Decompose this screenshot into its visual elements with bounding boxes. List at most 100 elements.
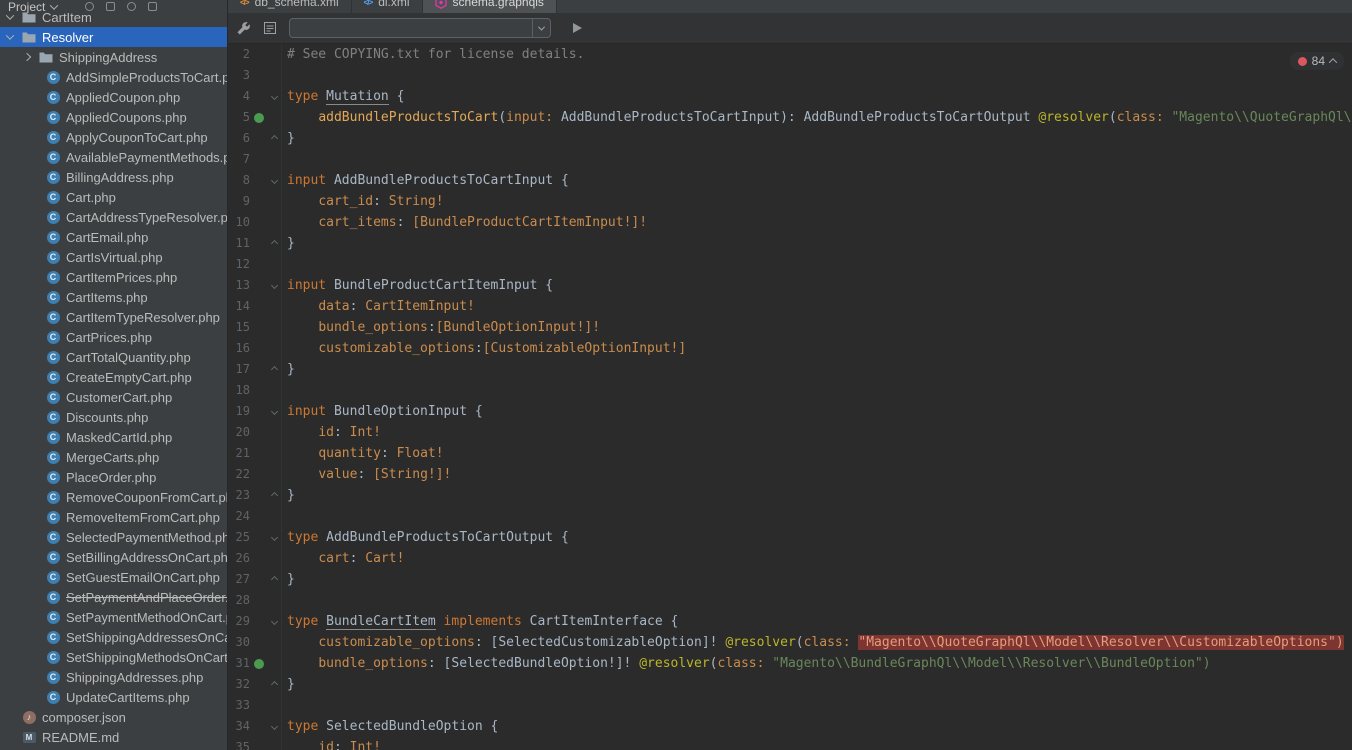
project-tree-item[interactable]: ShippingAddress	[0, 47, 227, 67]
code-line[interactable]: 9 cart_id: String!	[228, 191, 1352, 212]
project-tree-item[interactable]: CUpdateCartItems.php	[0, 687, 227, 707]
code-line[interactable]: 21 quantity: Float!	[228, 443, 1352, 464]
code-line[interactable]: 8input AddBundleProductsToCartInput {	[228, 170, 1352, 191]
code-line[interactable]: 7	[228, 149, 1352, 170]
project-tree-item[interactable]: CCartAddressTypeResolver.php	[0, 207, 227, 227]
code-line[interactable]: 2# See COPYING.txt for license details.	[228, 44, 1352, 65]
project-tree-item[interactable]: CCartTotalQuantity.php	[0, 347, 227, 367]
code-line[interactable]: 11}	[228, 233, 1352, 254]
project-tree-item[interactable]: CAvailablePaymentMethods.php	[0, 147, 227, 167]
editor-tab[interactable]: schema.graphqls	[423, 0, 557, 13]
hide-panel-icon[interactable]	[148, 2, 157, 11]
code-line[interactable]: 4type Mutation {	[228, 86, 1352, 107]
project-tree-item[interactable]: CAppliedCoupon.php	[0, 87, 227, 107]
code-line[interactable]: 24	[228, 506, 1352, 527]
code-line[interactable]: 16 customizable_options:[CustomizableOpt…	[228, 338, 1352, 359]
fold-marker[interactable]	[271, 408, 278, 415]
code-line[interactable]: 28	[228, 590, 1352, 611]
project-tree-item[interactable]: CCartPrices.php	[0, 327, 227, 347]
run-icon[interactable]	[573, 23, 582, 33]
code-line[interactable]: 15 bundle_options:[BundleOptionInput!]!	[228, 317, 1352, 338]
project-tree-item[interactable]: CCustomerCart.php	[0, 387, 227, 407]
project-tree-item[interactable]: CSetPaymentAndPlaceOrder.php	[0, 587, 227, 607]
project-tree-item[interactable]: CPlaceOrder.php	[0, 467, 227, 487]
settings-gear-icon[interactable]	[127, 2, 136, 11]
project-tree-item[interactable]: CBillingAddress.php	[0, 167, 227, 187]
fold-marker[interactable]	[271, 177, 278, 184]
project-tree-item[interactable]: CCartEmail.php	[0, 227, 227, 247]
code-line[interactable]: 6}	[228, 128, 1352, 149]
code-line[interactable]: 26 cart: Cart!	[228, 548, 1352, 569]
fold-marker[interactable]	[271, 240, 278, 247]
resolver-implementation-icon[interactable]	[254, 659, 264, 669]
project-tree-item[interactable]: CSetBillingAddressOnCart.php	[0, 547, 227, 567]
code-line[interactable]: 29type BundleCartItem implements CartIte…	[228, 611, 1352, 632]
project-tree-item[interactable]: CRemoveCouponFromCart.php	[0, 487, 227, 507]
fold-marker[interactable]	[271, 534, 278, 541]
code-line[interactable]: 19input BundleOptionInput {	[228, 401, 1352, 422]
code-line[interactable]: 14 data: CartItemInput!	[228, 296, 1352, 317]
code-line[interactable]: 12	[228, 254, 1352, 275]
project-tree-item[interactable]: CSetGuestEmailOnCart.php	[0, 567, 227, 587]
code-line[interactable]: 27}	[228, 569, 1352, 590]
code-line[interactable]: 17}	[228, 359, 1352, 380]
project-tree-item[interactable]: CAppliedCoupons.php	[0, 107, 227, 127]
code-line[interactable]: 18	[228, 380, 1352, 401]
code-line[interactable]: 31 bundle_options: [SelectedBundleOption…	[228, 653, 1352, 674]
project-tree-item[interactable]: CRemoveItemFromCart.php	[0, 507, 227, 527]
project-tree-item[interactable]: CMergeCarts.php	[0, 447, 227, 467]
project-tree-item[interactable]: CDiscounts.php	[0, 407, 227, 427]
code-line[interactable]: 23}	[228, 485, 1352, 506]
project-tree-item[interactable]: CShippingAddresses.php	[0, 667, 227, 687]
collapse-all-icon[interactable]	[106, 2, 115, 11]
editor[interactable]: 2# See COPYING.txt for license details.3…	[228, 44, 1352, 750]
project-tree-item[interactable]: CMaskedCartId.php	[0, 427, 227, 447]
chevron-down-icon[interactable]	[4, 14, 16, 20]
project-tree-item[interactable]: CAddSimpleProductsToCart.php	[0, 67, 227, 87]
run-config-combobox[interactable]	[289, 18, 551, 38]
code-line[interactable]: 10 cart_items: [BundleProductCartItemInp…	[228, 212, 1352, 233]
resolver-implementation-icon[interactable]	[254, 113, 264, 123]
inspections-widget[interactable]: 84	[1290, 52, 1344, 70]
project-tree-item[interactable]: ♪composer.json	[0, 707, 227, 727]
fold-marker[interactable]	[271, 492, 278, 499]
code-line[interactable]: 20 id: Int!	[228, 422, 1352, 443]
code-line[interactable]: 22 value: [String!]!	[228, 464, 1352, 485]
wrench-icon[interactable]	[236, 21, 251, 36]
fold-marker[interactable]	[271, 576, 278, 583]
combo-dropdown-button[interactable]	[532, 19, 550, 37]
chevron-down-icon[interactable]	[4, 34, 16, 40]
editor-tab[interactable]: </>db_schema.xml	[228, 0, 352, 13]
chevron-right-icon[interactable]	[21, 54, 33, 60]
code-line[interactable]: 34type SelectedBundleOption {	[228, 716, 1352, 737]
project-tree-item[interactable]: CSelectedPaymentMethod.php	[0, 527, 227, 547]
fold-marker[interactable]	[271, 93, 278, 100]
project-tree-item[interactable]: CSetShippingMethodsOnCart.php	[0, 647, 227, 667]
code-line[interactable]: 32}	[228, 674, 1352, 695]
project-tree-item[interactable]: CCreateEmptyCart.php	[0, 367, 227, 387]
project-tree-item[interactable]: MREADME.md	[0, 727, 227, 747]
code-line[interactable]: 13input BundleProductCartItemInput {	[228, 275, 1352, 296]
project-tree-item[interactable]: CCartItemPrices.php	[0, 267, 227, 287]
project-tree-item[interactable]: CCartItems.php	[0, 287, 227, 307]
project-tree-item[interactable]: CCartItemTypeResolver.php	[0, 307, 227, 327]
fold-marker[interactable]	[271, 135, 278, 142]
code-line[interactable]: 25type AddBundleProductsToCartOutput {	[228, 527, 1352, 548]
project-tree-item[interactable]: CCart.php	[0, 187, 227, 207]
code-line[interactable]: 3	[228, 65, 1352, 86]
project-tree-item[interactable]: Resolver	[0, 27, 227, 47]
code-line[interactable]: 33	[228, 695, 1352, 716]
fold-marker[interactable]	[271, 366, 278, 373]
project-tree-item[interactable]: CSetShippingAddressesOnCart.php	[0, 627, 227, 647]
scratch-file-icon[interactable]	[263, 21, 277, 35]
fold-marker[interactable]	[271, 282, 278, 289]
code-line[interactable]: 35 id: Int!	[228, 737, 1352, 750]
fold-marker[interactable]	[271, 681, 278, 688]
project-tree-item[interactable]: CSetPaymentMethodOnCart.php	[0, 607, 227, 627]
project-tree-item[interactable]: CApplyCouponToCart.php	[0, 127, 227, 147]
project-tree-item[interactable]: CCartIsVirtual.php	[0, 247, 227, 267]
editor-tab[interactable]: </>di.xml	[352, 0, 423, 13]
code-line[interactable]: 30 customizable_options: [SelectedCustom…	[228, 632, 1352, 653]
code-line[interactable]: 5 addBundleProductsToCart(input: AddBund…	[228, 107, 1352, 128]
fold-marker[interactable]	[271, 618, 278, 625]
